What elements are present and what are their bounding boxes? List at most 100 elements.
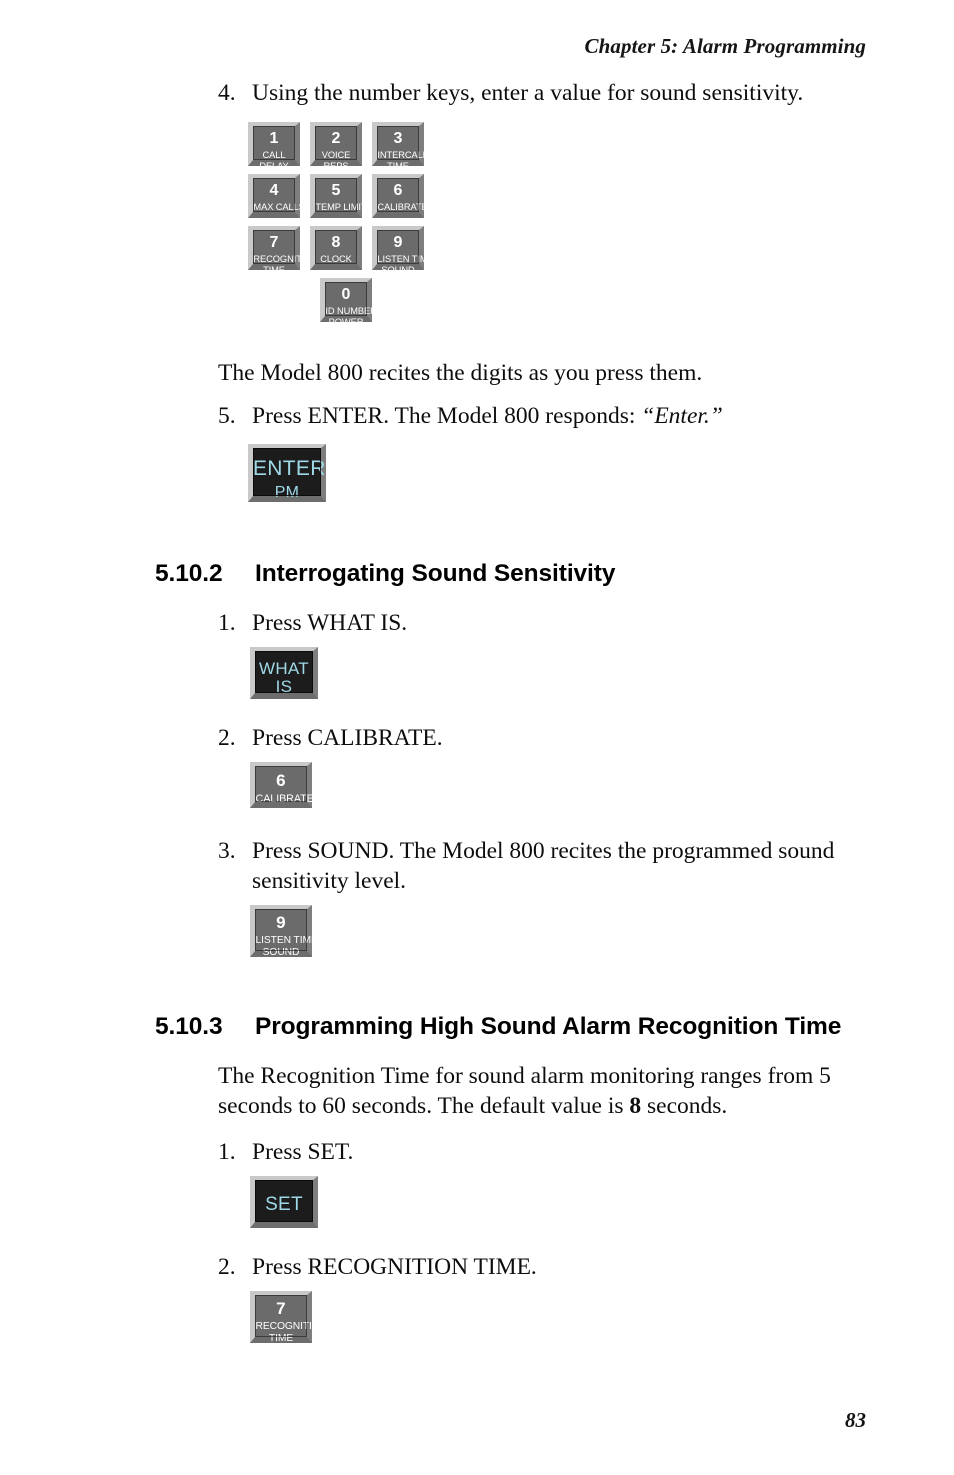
key-sound[interactable]: 9 LISTEN TIME SOUND <box>250 904 318 958</box>
step-quote: “Enter.” <box>641 403 723 429</box>
key-label-line2: TIME <box>263 264 285 276</box>
key-digit: 1 <box>269 129 279 147</box>
key-digit: 6 <box>276 770 286 790</box>
key-label-line1: CALIBRATE <box>377 201 428 213</box>
step-number: 1. <box>218 609 236 636</box>
key-digit: 0 <box>341 285 351 303</box>
step-text: Press RECOGNITION TIME. <box>252 1254 537 1280</box>
intro-default-value: 8 <box>629 1093 642 1119</box>
key-label-line1: RECOGNITION <box>255 1319 328 1332</box>
step-item-5102-1: 1. Press WHAT IS. <box>218 608 866 639</box>
step-text: Press WHAT IS. <box>252 609 408 636</box>
key-1[interactable]: 1 CALL DELAY <box>248 121 300 172</box>
key-label-line2: TIME <box>387 160 409 172</box>
key-8[interactable]: 8 CLOCK <box>310 225 362 270</box>
key-label-line2: SOUND <box>262 946 300 958</box>
key-enter[interactable]: ENTER PM <box>248 443 326 502</box>
key-5[interactable]: 5 TEMP LIMITS <box>310 173 373 218</box>
step-item-5103-1: 1. Press SET. <box>218 1137 866 1168</box>
key-label-line1: LISTEN TIME <box>255 933 318 946</box>
keypad-row-zero: 0 ID NUMBER POWER <box>248 277 448 330</box>
key-label-line1: ID NUMBER <box>325 305 377 317</box>
step-item-5103-2: 2. Press RECOGNITION TIME. <box>218 1252 866 1283</box>
key-label: WHAT <box>259 659 309 678</box>
key-label-line1: INTERCALL <box>377 149 428 161</box>
calibrate-key-block: 6 CALIBRATE <box>250 761 954 808</box>
document-page: Chapter 5: Alarm Programming 4. Using the… <box>0 0 954 1475</box>
key-digit: 6 <box>393 181 403 199</box>
step-number: 3. <box>218 837 236 864</box>
section-title: Programming High Sound Alarm Recognition… <box>255 1012 842 1040</box>
step-text: Press CALIBRATE. <box>252 725 443 751</box>
step-item-5102-2: 2. Press CALIBRATE. <box>218 723 866 754</box>
key-label-line2: REPS <box>323 160 349 172</box>
key-digit: 7 <box>269 233 279 251</box>
section-heading-5-10-3: 5.10.3 Programming High Sound Alarm Recog… <box>155 1011 866 1042</box>
key-digit: 3 <box>393 129 403 147</box>
key-label: ENTER <box>253 456 326 480</box>
step-text: Press SET. <box>252 1138 354 1165</box>
key-label-line2: POWER <box>328 316 364 328</box>
key-label-line2: TIME <box>268 1332 294 1344</box>
key-recognition-time[interactable]: 7 RECOGNITION TIME <box>250 1290 328 1344</box>
step-number: 4. <box>218 80 236 106</box>
key-sublabel: PM <box>274 483 300 501</box>
page-content: 4. Using the number keys, enter a value f… <box>0 78 954 1344</box>
section-number: 5.10.3 <box>155 1012 223 1040</box>
key-7[interactable]: 7 RECOGNITION TIME <box>248 225 319 276</box>
step-item-5102-3: 3. Press SOUND. The Model 800 recites the… <box>218 836 866 897</box>
enter-key-block: ENTER PM <box>248 443 954 502</box>
key-digit: 8 <box>331 233 341 251</box>
key-label-line1: CLOCK <box>320 253 352 265</box>
page-number: 83 <box>845 1408 866 1432</box>
key-label-line2: SOUND <box>381 264 415 276</box>
key-digit: 9 <box>276 912 286 932</box>
whatis-key-block: WHAT IS <box>250 647 954 699</box>
key-label-line1: TEMP LIMITS <box>315 201 373 213</box>
key-0[interactable]: 0 ID NUMBER POWER <box>320 277 377 328</box>
key-set[interactable]: SET <box>250 1176 318 1228</box>
step-number: 2. <box>218 725 236 751</box>
step-text: Press ENTER. The Model 800 responds: <box>252 403 642 429</box>
keypad-row: 1 CALL DELAY 2 VOICE REPS 3 INTERCALL TI… <box>248 121 448 174</box>
key-sublabel: IS <box>275 677 293 696</box>
intro-text-b: seconds. <box>641 1093 728 1119</box>
key-what-is[interactable]: WHAT IS <box>250 647 318 699</box>
key-4[interactable]: 4 MAX CALLS <box>248 173 305 218</box>
intro-text-a: The Recognition Time for sound alarm mon… <box>218 1062 831 1120</box>
step-number: 2. <box>218 1254 236 1280</box>
key-3[interactable]: 3 INTERCALL TIME <box>372 121 428 172</box>
section-heading-5-10-2: 5.10.2 Interrogating Sound Sensitivity <box>155 558 866 589</box>
keypad-row: 4 MAX CALLS 5 TEMP LIMITS 6 CALIBRATE <box>248 173 448 226</box>
step-item-4: 4. Using the number keys, enter a value f… <box>218 78 866 109</box>
key-label-line2: DELAY <box>259 160 289 172</box>
key-digit: 9 <box>393 233 403 251</box>
key-digit: 4 <box>269 181 279 199</box>
key-calibrate[interactable]: 6 CALIBRATE <box>250 761 314 808</box>
section-title: Interrogating Sound Sensitivity <box>255 559 616 587</box>
set-key-block: SET <box>250 1176 954 1228</box>
key-6[interactable]: 6 CALIBRATE <box>372 173 428 218</box>
number-keypad: 1 CALL DELAY 2 VOICE REPS 3 INTERCALL TI… <box>248 121 448 330</box>
key-label: SET <box>265 1194 303 1215</box>
recognition-key-block: 7 RECOGNITION TIME <box>250 1290 954 1344</box>
key-label-line1: CALIBRATE <box>255 792 314 805</box>
key-digit: 7 <box>276 1298 286 1318</box>
step-item-5: 5. Press ENTER. The Model 800 responds: “… <box>218 401 866 432</box>
step-number: 5. <box>218 403 236 429</box>
running-head: Chapter 5: Alarm Programming <box>584 34 866 58</box>
step-text: Using the number keys, enter a value for… <box>252 80 804 106</box>
key-2[interactable]: 2 VOICE REPS <box>310 121 362 172</box>
key-label-line1: RECOGNITION <box>253 253 319 265</box>
key-label-line1: LISTEN TIME <box>377 253 434 265</box>
key-9[interactable]: 9 LISTEN TIME SOUND <box>372 225 434 276</box>
key-digit: 2 <box>331 129 341 147</box>
sound-key-block: 9 LISTEN TIME SOUND <box>250 904 954 958</box>
recite-note: The Model 800 recites the digits as you … <box>218 359 703 386</box>
step-number: 1. <box>218 1138 236 1165</box>
step-text: Press SOUND. The Model 800 recites the p… <box>252 837 835 895</box>
section-5103-intro: The Recognition Time for sound alarm mon… <box>218 1061 866 1122</box>
section-number: 5.10.2 <box>155 559 223 587</box>
keypad-row: 7 RECOGNITION TIME 8 CLOCK 9 LISTEN TIME… <box>248 225 448 278</box>
key-digit: 5 <box>331 181 341 199</box>
